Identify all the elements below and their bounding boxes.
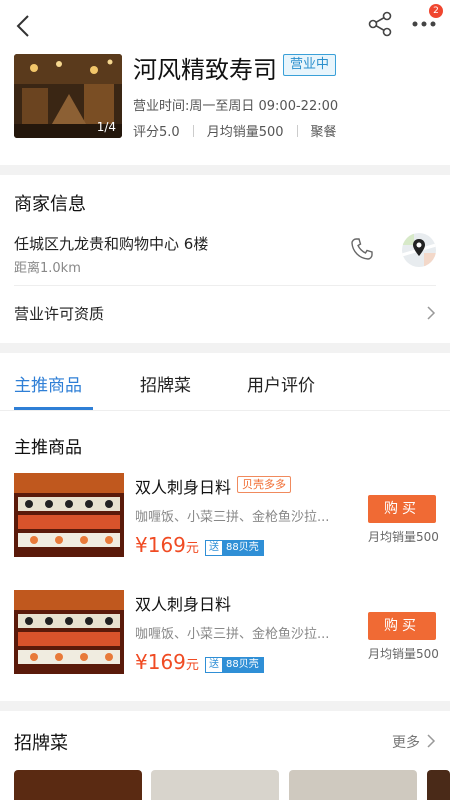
shop-photo[interactable]: 1/4 <box>14 54 122 138</box>
active-tab-indicator <box>14 407 93 410</box>
signature-section: 招牌菜 更多 <box>0 711 450 800</box>
chevron-right-icon[interactable] <box>425 305 437 321</box>
phone-icon[interactable] <box>350 237 374 261</box>
product-item[interactable]: 双人刺身日料 咖喱饭、小菜三拼、金枪鱼沙拉... ¥169元 送 88贝壳 购买… <box>0 590 450 680</box>
category: 聚餐 <box>310 125 337 140</box>
price-unit: 元 <box>185 541 199 556</box>
product-item[interactable]: 双人刺身日料 贝壳多多 咖喱饭、小菜三拼、金枪鱼沙拉... ¥169元 送 88… <box>0 473 450 563</box>
map-button[interactable] <box>402 233 436 267</box>
merchant-info: 商家信息 任城区九龙贵和购物中心 6楼 距离1.0km 营业许可资质 <box>0 175 450 343</box>
chevron-right-icon[interactable] <box>425 733 437 749</box>
business-hours: 营业时间:周一至周日 09:00-22:00 <box>133 99 339 114</box>
shop-header: 2 1/4 河风精致寿司 营业中 营业时间:周一至周日 09:00-22:00 … <box>0 0 450 165</box>
product-sales: 月均销量500 <box>368 530 439 544</box>
product-desc: 咖喱饭、小菜三拼、金枪鱼沙拉... <box>135 510 330 525</box>
shop-name: 河风精致寿司 <box>133 56 277 84</box>
meta-divider <box>296 124 298 137</box>
reward-badge: 送 88贝壳 <box>205 540 264 556</box>
section-title: 招牌菜 <box>14 733 68 754</box>
license-link[interactable]: 营业许可资质 <box>14 303 104 324</box>
products-section: 主推商品 招牌菜 用户评价 主推商品 双人刺身日料 贝壳多多 咖喱饭、小菜三拼、… <box>0 353 450 701</box>
section-title: 商家信息 <box>14 194 86 215</box>
reward-value: 88贝壳 <box>222 541 263 555</box>
price-unit: 元 <box>185 658 199 673</box>
tab-signature[interactable]: 招牌菜 <box>140 371 191 396</box>
product-image[interactable] <box>14 473 124 557</box>
shop-meta: 评分5.0 月均销量500 聚餐 <box>133 121 337 140</box>
shop-distance: 距离1.0km <box>14 261 81 276</box>
meta-divider <box>192 124 194 137</box>
sushi-image <box>14 590 124 674</box>
photo-counter: 1/4 <box>96 120 116 134</box>
back-icon[interactable] <box>10 12 38 40</box>
dish-thumbnail[interactable] <box>14 770 142 800</box>
product-name: 双人刺身日料 <box>135 595 232 614</box>
product-desc: 咖喱饭、小菜三拼、金枪鱼沙拉... <box>135 627 330 642</box>
reward-badge: 送 88贝壳 <box>205 657 264 673</box>
tabs-divider <box>0 410 450 411</box>
product-image[interactable] <box>14 590 124 674</box>
section-title: 主推商品 <box>14 438 82 458</box>
product-name: 双人刺身日料 <box>135 478 232 497</box>
more-link[interactable]: 更多 <box>392 732 420 752</box>
reward-value: 88贝壳 <box>222 658 263 672</box>
buy-button[interactable]: 购买 <box>368 495 436 523</box>
divider <box>14 285 436 286</box>
tab-featured[interactable]: 主推商品 <box>14 371 82 396</box>
share-icon[interactable] <box>366 10 394 38</box>
tab-reviews[interactable]: 用户评价 <box>247 371 315 396</box>
product-sales: 月均销量500 <box>368 647 439 661</box>
product-price: ¥169元 <box>135 650 199 674</box>
rating: 评分5.0 <box>133 125 180 140</box>
reward-label: 送 <box>206 541 222 555</box>
notification-badge: 2 <box>429 4 443 18</box>
dish-thumbnail[interactable] <box>289 770 417 800</box>
shop-address: 任城区九龙贵和购物中心 6楼 <box>14 235 209 253</box>
price-value: ¥169 <box>135 650 186 674</box>
price-value: ¥169 <box>135 533 186 557</box>
sushi-image <box>14 473 124 557</box>
status-badge: 营业中 <box>283 54 337 76</box>
map-pin-icon <box>402 233 436 267</box>
product-price: ¥169元 <box>135 533 199 557</box>
reward-label: 送 <box>206 658 222 672</box>
product-tag: 贝壳多多 <box>237 476 291 493</box>
monthly-sales: 月均销量500 <box>206 125 284 140</box>
dish-thumbnail[interactable] <box>427 770 450 800</box>
dish-thumbnail[interactable] <box>151 770 279 800</box>
buy-button[interactable]: 购买 <box>368 612 436 640</box>
